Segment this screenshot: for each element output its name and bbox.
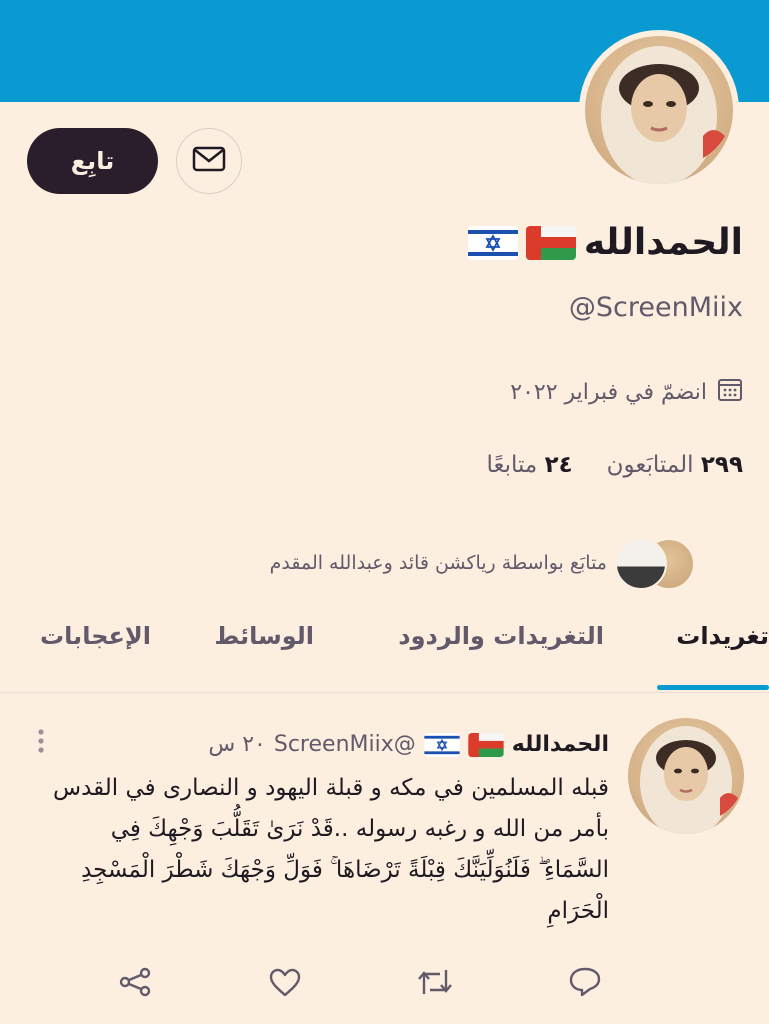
oman-flag-icon xyxy=(525,225,576,260)
tab-likes[interactable]: الإعجابات xyxy=(40,622,151,650)
profile-handle: @ScreenMiix xyxy=(568,292,743,323)
followers-label: متابعًا xyxy=(486,452,538,478)
followers-count: ٢٤ xyxy=(544,452,573,478)
profile-name: الحمدالله xyxy=(583,222,743,263)
share-icon[interactable] xyxy=(115,960,155,1004)
avatar-photo xyxy=(585,36,733,184)
active-tab-indicator xyxy=(657,685,769,690)
tweet-author-handle: @ScreenMiix xyxy=(273,732,416,757)
more-icon[interactable] xyxy=(36,728,46,754)
tweet-header: الحمدالله @ScreenMiix ٢٠ س xyxy=(208,732,609,757)
tweet-avatar[interactable] xyxy=(628,718,744,834)
profile-tabs: تغريدات التغريدات والردود الوسائط الإعجا… xyxy=(0,600,769,693)
following-stat[interactable]: ٢٩٩ المتابَعون xyxy=(607,452,743,478)
tab-tweets-replies[interactable]: التغريدات والردود xyxy=(398,622,604,650)
mail-icon xyxy=(192,146,226,176)
message-button[interactable] xyxy=(176,128,242,194)
tweet-text: قبله المسلمين في مكه و قبلة اليهود و الن… xyxy=(53,775,609,924)
follow-button[interactable]: تابِع xyxy=(27,128,158,194)
tweet-time[interactable]: ٢٠ س xyxy=(208,732,266,757)
tweet-actions xyxy=(0,960,769,1010)
following-label: المتابَعون xyxy=(606,452,694,478)
profile-avatar[interactable] xyxy=(579,30,739,190)
oman-flag-icon xyxy=(468,732,504,757)
avatar xyxy=(615,538,667,590)
following-count: ٢٩٩ xyxy=(700,452,743,478)
followers-stat[interactable]: ٢٤ متابعًا xyxy=(486,452,572,478)
followed-by-text: متابَع بواسطة رياكشن قائد وعبدالله المقد… xyxy=(269,552,607,574)
followed-by-avatars xyxy=(615,538,695,590)
like-icon[interactable] xyxy=(265,960,305,1004)
avatar-photo xyxy=(628,718,744,834)
profile-name-row: الحمدالله xyxy=(467,222,743,263)
calendar-icon xyxy=(717,376,743,408)
follow-stats: ٢٩٩ المتابَعون ٢٤ متابعًا xyxy=(486,452,743,478)
follow-button-label: تابِع xyxy=(70,147,115,175)
tab-media[interactable]: الوسائط xyxy=(214,622,314,650)
joined-date-row: انضمّ في فبراير ٢٠٢٢ xyxy=(510,376,743,408)
tab-tweets[interactable]: تغريدات xyxy=(676,622,769,650)
retweet-icon[interactable] xyxy=(415,960,455,1004)
tweet-author-name[interactable]: الحمدالله xyxy=(512,732,609,757)
israel-flag-icon xyxy=(467,225,518,260)
joined-date: انضمّ في فبراير ٢٠٢٢ xyxy=(510,379,707,405)
reply-icon[interactable] xyxy=(565,960,605,1004)
israel-flag-icon xyxy=(424,732,460,757)
followed-by-row[interactable]: متابَع بواسطة رياكشن قائد وعبدالله المقد… xyxy=(269,538,695,590)
